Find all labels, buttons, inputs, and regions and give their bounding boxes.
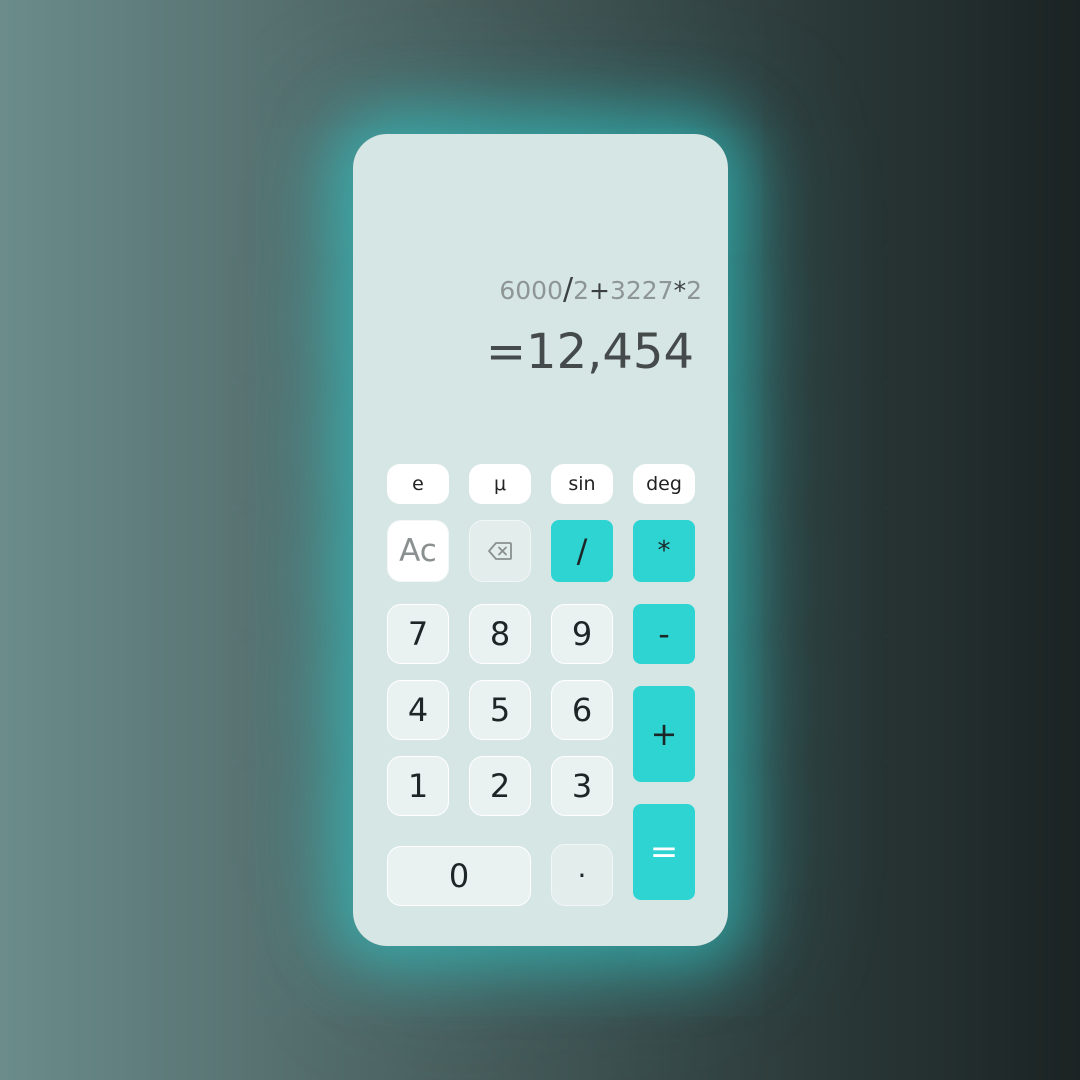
function-mu-button[interactable]: μ	[469, 464, 531, 504]
decimal-point-button[interactable]: ·	[551, 844, 613, 906]
digit-9-button[interactable]: 9	[551, 604, 613, 664]
clear-button[interactable]: Ac	[387, 520, 449, 582]
digit-7-button[interactable]: 7	[387, 604, 449, 664]
digit-2-button[interactable]: 2	[469, 756, 531, 816]
equals-button[interactable]: =	[633, 804, 695, 900]
result-display: =12,454	[485, 324, 694, 380]
calculator-panel: 6000/2+3227*2 =12,454 e μ sin deg Ac / *…	[353, 134, 728, 946]
function-sin-button[interactable]: sin	[551, 464, 613, 504]
digit-8-button[interactable]: 8	[469, 604, 531, 664]
expression-display: 6000/2+3227*2	[499, 272, 702, 307]
digit-6-button[interactable]: 6	[551, 680, 613, 740]
expression-operand: 2	[686, 276, 702, 305]
digit-5-button[interactable]: 5	[469, 680, 531, 740]
expression-operand: 2	[573, 276, 590, 305]
digit-0-button[interactable]: 0	[387, 846, 531, 906]
digit-3-button[interactable]: 3	[551, 756, 613, 816]
divide-button[interactable]: /	[551, 520, 613, 582]
expression-operator: *	[673, 276, 687, 305]
function-e-button[interactable]: e	[387, 464, 449, 504]
digit-4-button[interactable]: 4	[387, 680, 449, 740]
multiply-button[interactable]: *	[633, 520, 695, 582]
digit-1-button[interactable]: 1	[387, 756, 449, 816]
plus-button[interactable]: +	[633, 686, 695, 782]
backspace-button[interactable]	[469, 520, 531, 582]
minus-button[interactable]: -	[633, 604, 695, 664]
backspace-icon	[488, 542, 512, 560]
expression-operator: /	[563, 272, 574, 307]
expression-operand: 3227	[609, 276, 674, 305]
expression-operator: +	[589, 276, 610, 305]
expression-operand: 6000	[499, 276, 563, 305]
function-deg-button[interactable]: deg	[633, 464, 695, 504]
